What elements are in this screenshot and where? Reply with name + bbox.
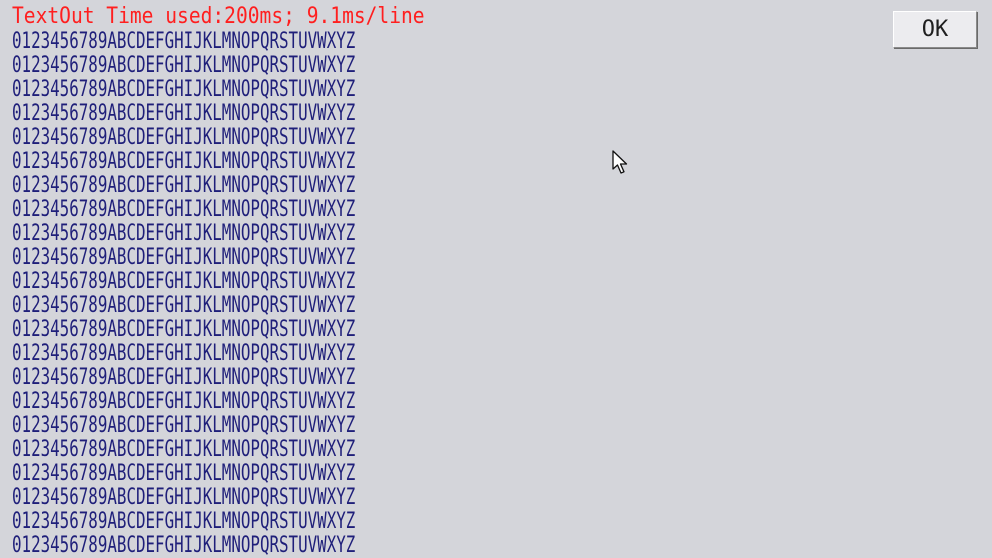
text-line: 0123456789ABCDEFGHIJKLMNOPQRSTUVWXYZ [12, 461, 356, 486]
text-line: 0123456789ABCDEFGHIJKLMNOPQRSTUVWXYZ [12, 533, 356, 558]
text-line: 0123456789ABCDEFGHIJKLMNOPQRSTUVWXYZ [12, 101, 356, 126]
text-line: 0123456789ABCDEFGHIJKLMNOPQRSTUVWXYZ [12, 389, 356, 414]
text-line: 0123456789ABCDEFGHIJKLMNOPQRSTUVWXYZ [12, 413, 356, 438]
ok-button[interactable]: OK [893, 11, 977, 48]
text-line: 0123456789ABCDEFGHIJKLMNOPQRSTUVWXYZ [12, 29, 356, 54]
text-line: 0123456789ABCDEFGHIJKLMNOPQRSTUVWXYZ [12, 269, 356, 294]
text-line: 0123456789ABCDEFGHIJKLMNOPQRSTUVWXYZ [12, 365, 356, 390]
text-line: 0123456789ABCDEFGHIJKLMNOPQRSTUVWXYZ [12, 245, 356, 270]
timing-header: TextOut Time used:200ms; 9.1ms/line [12, 4, 425, 29]
text-line: 0123456789ABCDEFGHIJKLMNOPQRSTUVWXYZ [12, 221, 356, 246]
text-line: 0123456789ABCDEFGHIJKLMNOPQRSTUVWXYZ [12, 485, 356, 510]
text-line: 0123456789ABCDEFGHIJKLMNOPQRSTUVWXYZ [12, 341, 356, 366]
text-line: 0123456789ABCDEFGHIJKLMNOPQRSTUVWXYZ [12, 317, 356, 342]
text-line: 0123456789ABCDEFGHIJKLMNOPQRSTUVWXYZ [12, 149, 356, 174]
mouse-pointer-icon [612, 150, 628, 174]
text-output-area: TextOut Time used:200ms; 9.1ms/line 0123… [12, 4, 572, 557]
text-line: 0123456789ABCDEFGHIJKLMNOPQRSTUVWXYZ [12, 53, 356, 78]
text-lines-list: 0123456789ABCDEFGHIJKLMNOPQRSTUVWXYZ 012… [12, 31, 572, 557]
text-line: 0123456789ABCDEFGHIJKLMNOPQRSTUVWXYZ [12, 509, 356, 534]
text-line: 0123456789ABCDEFGHIJKLMNOPQRSTUVWXYZ [12, 197, 356, 222]
text-line: 0123456789ABCDEFGHIJKLMNOPQRSTUVWXYZ [12, 173, 356, 198]
text-line: 0123456789ABCDEFGHIJKLMNOPQRSTUVWXYZ [12, 125, 356, 150]
text-line: 0123456789ABCDEFGHIJKLMNOPQRSTUVWXYZ [12, 437, 356, 462]
text-line: 0123456789ABCDEFGHIJKLMNOPQRSTUVWXYZ [12, 77, 356, 102]
text-line: 0123456789ABCDEFGHIJKLMNOPQRSTUVWXYZ [12, 293, 356, 318]
